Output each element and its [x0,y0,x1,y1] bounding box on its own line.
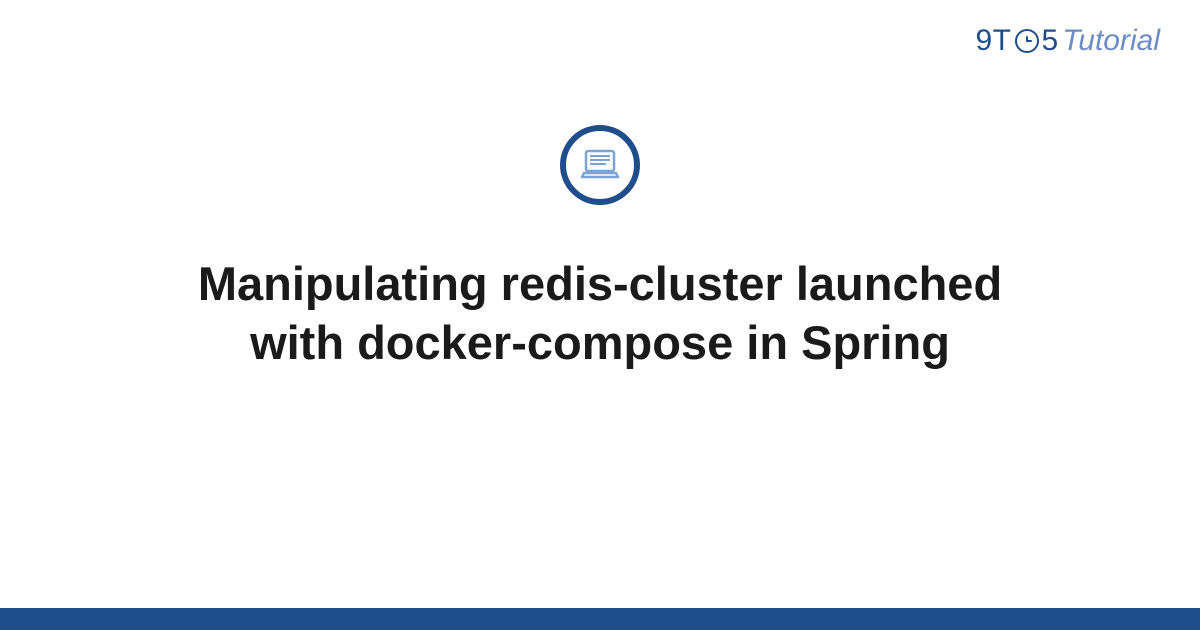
footer-accent-bar [0,608,1200,630]
brand-logo: 9T 5 Tutorial [975,24,1160,58]
brand-text-5: 5 [1042,24,1059,58]
clock-icon [1015,29,1039,53]
main-content: Manipulating redis-cluster launched with… [0,125,1200,373]
brand-text-9t: 9T [975,24,1011,58]
laptop-icon [578,143,622,187]
hero-icon-circle [560,125,640,205]
brand-text-tutorial: Tutorial [1062,24,1160,58]
page-title: Manipulating redis-cluster launched with… [110,255,1090,373]
